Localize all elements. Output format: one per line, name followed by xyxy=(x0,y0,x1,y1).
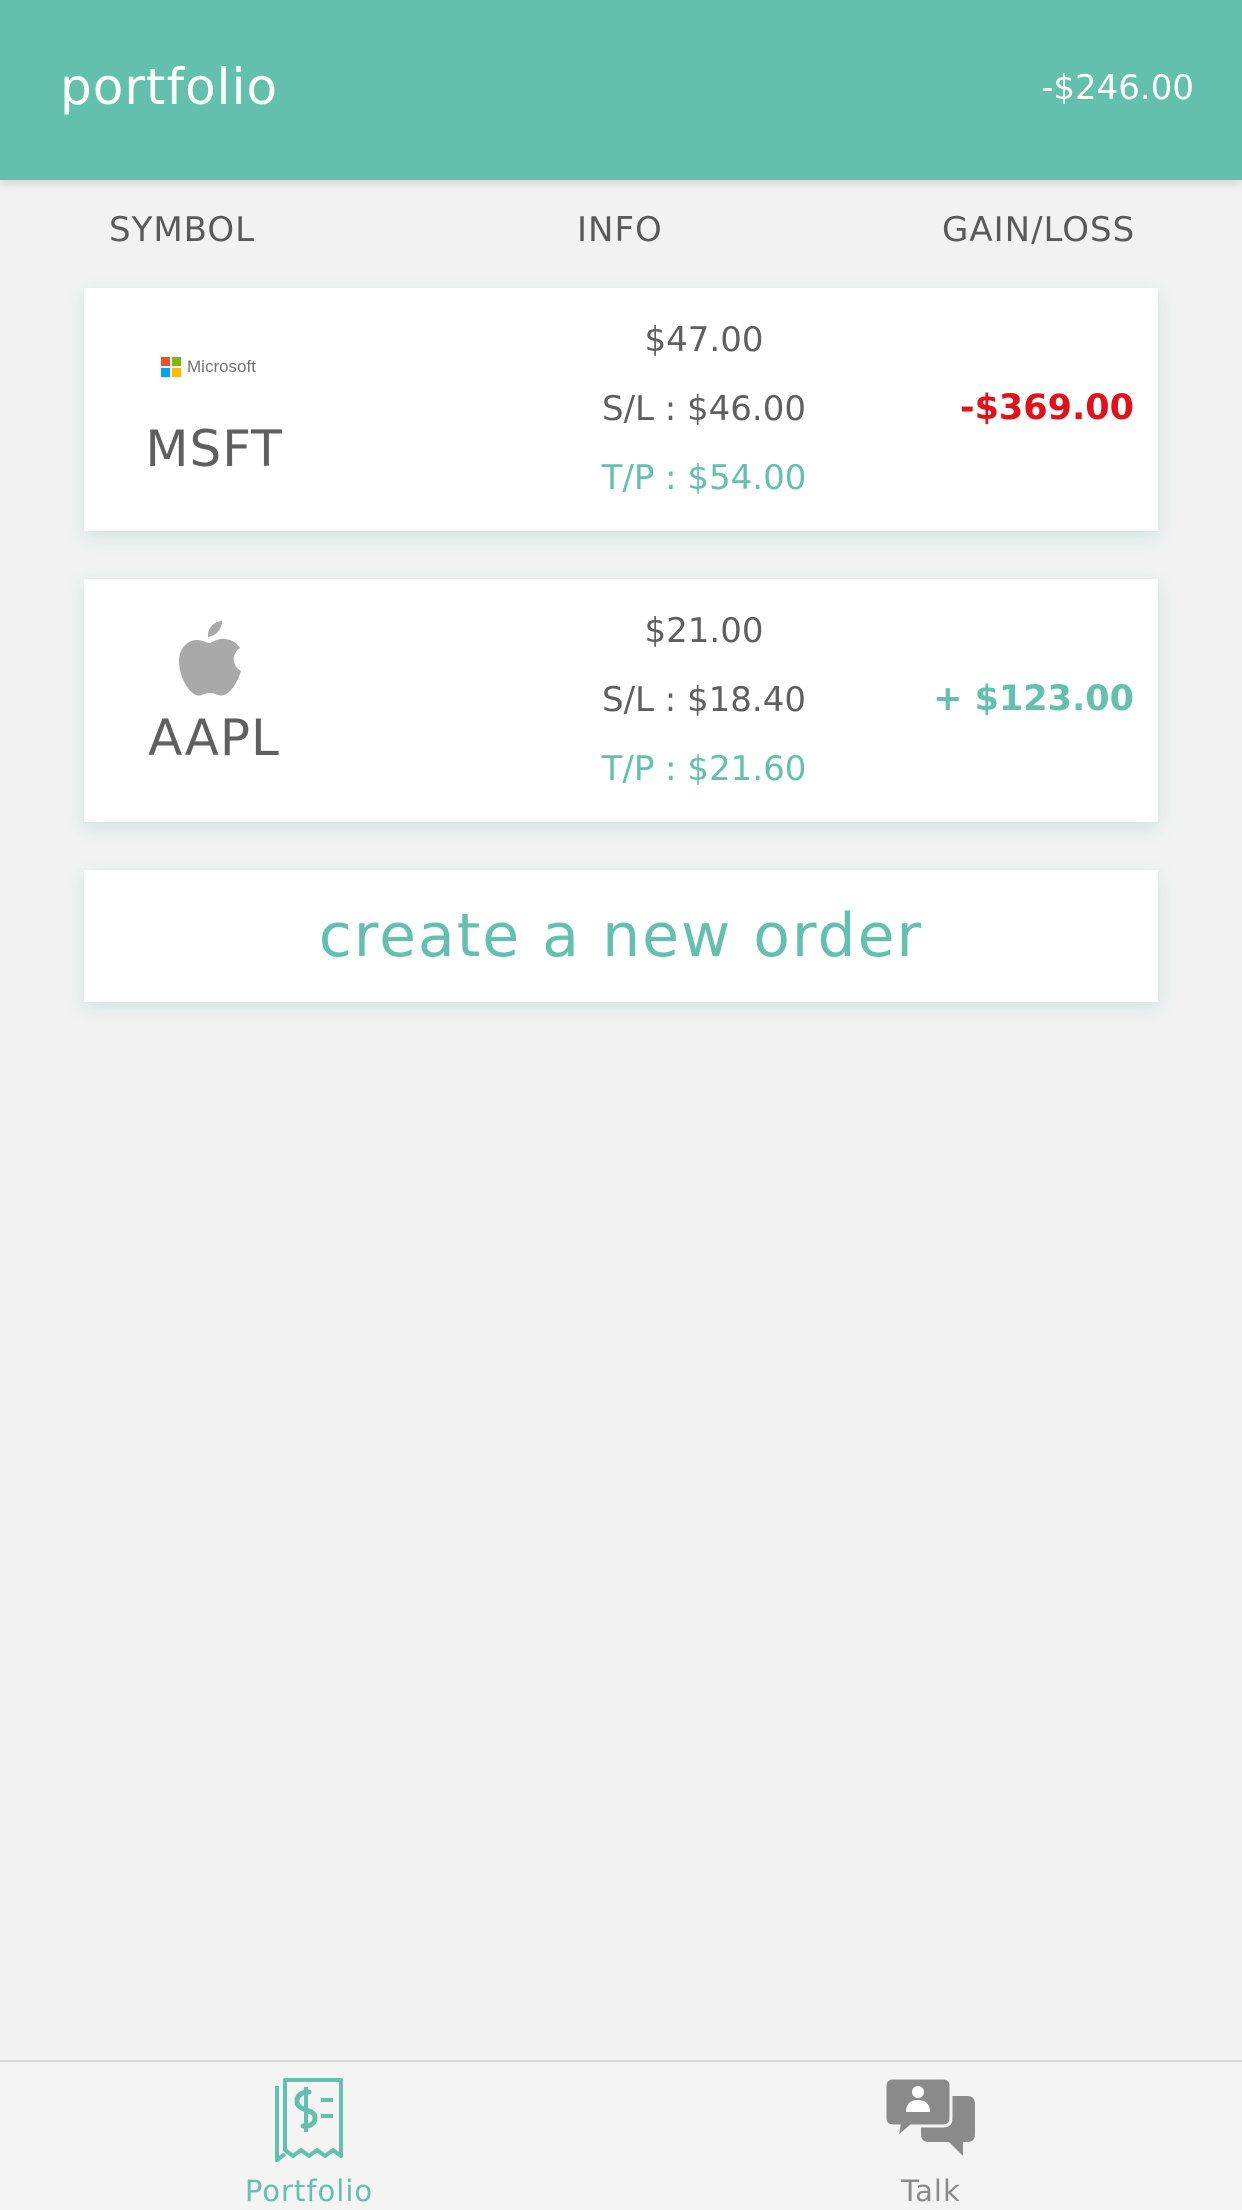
tab-label: Talk xyxy=(901,2174,961,2208)
tab-bar: Portfolio Talk xyxy=(0,2060,1242,2210)
app-header: portfolio -$246.00 xyxy=(0,0,1242,180)
position-take-profit: T/P : $21.60 xyxy=(601,749,807,789)
chat-bubbles-icon xyxy=(885,2076,975,2156)
position-card-aapl[interactable]: AAPL $21.00 S/L : $18.40 T/P : $21.60 + … xyxy=(84,579,1158,822)
position-take-profit: T/P : $54.00 xyxy=(601,458,807,498)
microsoft-logo-icon: Microsoft xyxy=(161,357,256,377)
tab-label: Portfolio xyxy=(244,2174,374,2208)
position-symbol: MSFT xyxy=(145,420,283,478)
position-gain-loss: -$369.00 xyxy=(960,388,1134,428)
position-symbol: AAPL xyxy=(148,709,280,767)
position-card-msft[interactable]: Microsoft MSFT $47.00 S/L : $46.00 T/P :… xyxy=(84,288,1158,531)
page-title: portfolio xyxy=(60,58,279,116)
create-order-button[interactable]: create a new order xyxy=(84,870,1158,1002)
tab-talk[interactable]: Talk xyxy=(781,2062,1081,2210)
column-header-info: INFO xyxy=(577,210,663,250)
position-price: $21.00 xyxy=(644,611,764,651)
column-header-symbol: SYMBOL xyxy=(109,210,256,250)
position-gain-loss: + $123.00 xyxy=(933,679,1134,719)
logo-text: Microsoft xyxy=(187,357,256,376)
column-header-gain-loss: GAIN/LOSS xyxy=(942,210,1136,250)
position-stop-loss: S/L : $46.00 xyxy=(601,389,807,429)
position-price: $47.00 xyxy=(644,320,764,360)
position-stop-loss: S/L : $18.40 xyxy=(601,680,807,720)
tab-portfolio[interactable]: Portfolio xyxy=(159,2062,459,2210)
apple-logo-icon xyxy=(179,621,241,696)
portfolio-total: -$246.00 xyxy=(1041,68,1194,108)
receipt-dollar-icon xyxy=(275,2078,343,2162)
